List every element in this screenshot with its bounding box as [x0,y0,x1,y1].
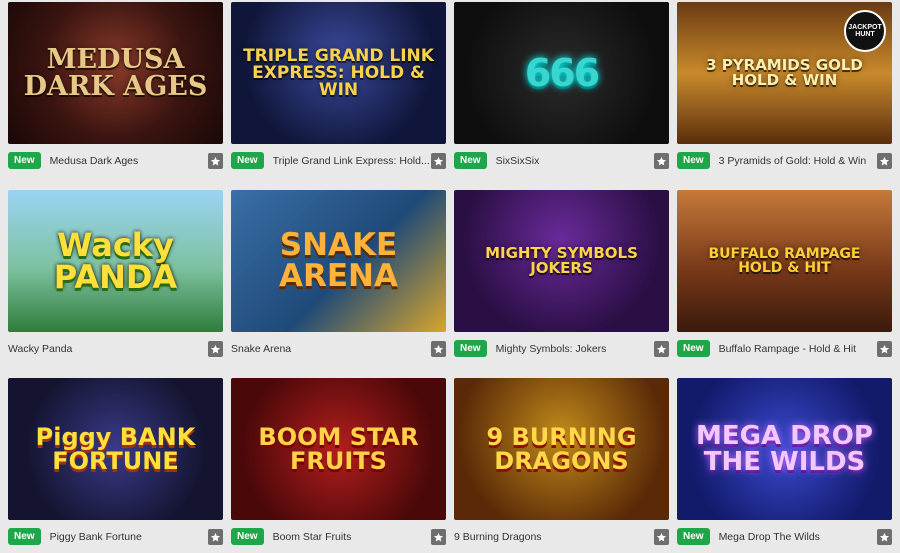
bookmark-star-icon[interactable] [431,529,446,545]
game-meta-row: New Medusa Dark Ages [8,144,223,177]
bookmark-star-icon[interactable] [654,153,669,169]
game-thumbnail[interactable]: SNAKE ARENA [231,190,446,332]
new-badge: New [677,152,710,169]
game-card[interactable]: 666 New SixSixSix [454,2,669,177]
bookmark-star-icon[interactable] [654,341,669,357]
game-card[interactable]: 3 PYRAMIDS GOLD HOLD & WIN JACKPOT HUNT Ne… [677,2,892,177]
game-meta-row: Wacky Panda [8,332,223,365]
game-meta-row: New Mighty Symbols: Jokers [454,332,669,365]
game-artwork-title: Piggy BANK FORTUNE [35,423,196,475]
bookmark-star-icon[interactable] [431,153,446,169]
game-thumbnail[interactable]: BUFFALO RAMPAGE HOLD & HIT [677,190,892,332]
game-thumbnail[interactable]: Piggy BANK FORTUNE [8,378,223,520]
game-title[interactable]: SixSixSix [496,155,664,167]
game-title[interactable]: Triple Grand Link Express: Hold... [273,155,441,167]
new-badge: New [677,340,710,357]
game-thumbnail[interactable]: Wacky PANDA [8,190,223,332]
game-card[interactable]: SNAKE ARENA Snake Arena [231,190,446,365]
game-card[interactable]: Piggy BANK FORTUNE New Piggy Bank Fortune [8,378,223,553]
game-title[interactable]: Mega Drop The Wilds [719,531,887,543]
new-badge: New [8,152,41,169]
game-card[interactable]: TRIPLE GRAND LINK EXPRESS: HOLD & WIN New… [231,2,446,177]
game-meta-row: New Triple Grand Link Express: Hold... [231,144,446,177]
game-card[interactable]: MEDUSA DARK AGES New Medusa Dark Ages [8,2,223,177]
game-meta-row: Snake Arena [231,332,446,365]
game-title[interactable]: Piggy Bank Fortune [50,531,218,543]
new-badge: New [454,340,487,357]
game-artwork-title: MIGHTY SYMBOLS JOKERS [485,244,638,277]
game-title[interactable]: Buffalo Rampage - Hold & Hit [719,343,887,355]
game-thumbnail[interactable]: TRIPLE GRAND LINK EXPRESS: HOLD & WIN [231,2,446,144]
game-artwork-title: MEGA DROP THE WILDS [696,421,873,477]
game-title[interactable]: Snake Arena [231,343,429,355]
game-thumbnail[interactable]: BOOM STAR FRUITS [231,378,446,520]
game-title[interactable]: Mighty Symbols: Jokers [496,343,664,355]
new-badge: New [231,528,264,545]
game-card[interactable]: BOOM STAR FRUITS New Boom Star Fruits [231,378,446,553]
game-thumbnail[interactable]: MEDUSA DARK AGES [8,2,223,144]
game-thumbnail[interactable]: 666 [454,2,669,144]
bookmark-star-icon[interactable] [877,529,892,545]
bookmark-star-icon[interactable] [208,529,223,545]
game-card[interactable]: Wacky PANDA Wacky Panda [8,190,223,365]
game-artwork-title: TRIPLE GRAND LINK EXPRESS: HOLD & WIN [243,45,434,100]
game-thumbnail[interactable]: 9 BURNING DRAGONS [454,378,669,520]
game-artwork-title: 3 PYRAMIDS GOLD HOLD & WIN [706,56,863,89]
new-badge: New [231,152,264,169]
game-artwork-title: 666 [524,51,600,95]
bookmark-star-icon[interactable] [877,153,892,169]
game-meta-row: 9 Burning Dragons [454,520,669,553]
game-meta-row: New SixSixSix [454,144,669,177]
bookmark-star-icon[interactable] [208,153,223,169]
game-title[interactable]: Boom Star Fruits [273,531,441,543]
game-artwork-title: BOOM STAR FRUITS [258,423,419,475]
jackpot-hunt-badge: JACKPOT HUNT [844,10,886,52]
game-meta-row: New Buffalo Rampage - Hold & Hit [677,332,892,365]
game-meta-row: New Mega Drop The Wilds [677,520,892,553]
game-thumbnail[interactable]: 3 PYRAMIDS GOLD HOLD & WIN JACKPOT HUNT [677,2,892,144]
game-meta-row: New Boom Star Fruits [231,520,446,553]
bookmark-star-icon[interactable] [877,341,892,357]
game-artwork-title: 9 BURNING DRAGONS [486,423,637,475]
game-artwork-title: BUFFALO RAMPAGE HOLD & HIT [708,246,861,276]
new-badge: New [677,528,710,545]
new-badge: New [454,152,487,169]
game-title[interactable]: Medusa Dark Ages [50,155,218,167]
game-grid: MEDUSA DARK AGES New Medusa Dark Ages TRIPL… [0,0,900,549]
bookmark-star-icon[interactable] [654,529,669,545]
game-title[interactable]: 9 Burning Dragons [454,531,652,543]
game-title[interactable]: Wacky Panda [8,343,206,355]
game-artwork-title: Wacky PANDA [53,226,178,296]
game-thumbnail[interactable]: MIGHTY SYMBOLS JOKERS [454,190,669,332]
game-meta-row: New 3 Pyramids of Gold: Hold & Win [677,144,892,177]
game-meta-row: New Piggy Bank Fortune [8,520,223,553]
bookmark-star-icon[interactable] [208,341,223,357]
game-card[interactable]: MIGHTY SYMBOLS JOKERS New Mighty Symbols: … [454,190,669,365]
new-badge: New [8,528,41,545]
bookmark-star-icon[interactable] [431,341,446,357]
game-title[interactable]: 3 Pyramids of Gold: Hold & Win [719,155,887,167]
game-card[interactable]: BUFFALO RAMPAGE HOLD & HIT New Buffalo Ram… [677,190,892,365]
game-thumbnail[interactable]: MEGA DROP THE WILDS [677,378,892,520]
game-card[interactable]: 9 BURNING DRAGONS 9 Burning Dragons [454,378,669,553]
game-artwork-title: SNAKE ARENA [279,227,398,294]
game-artwork-title: MEDUSA DARK AGES [23,44,208,102]
game-card[interactable]: MEGA DROP THE WILDS New Mega Drop The Wild… [677,378,892,553]
